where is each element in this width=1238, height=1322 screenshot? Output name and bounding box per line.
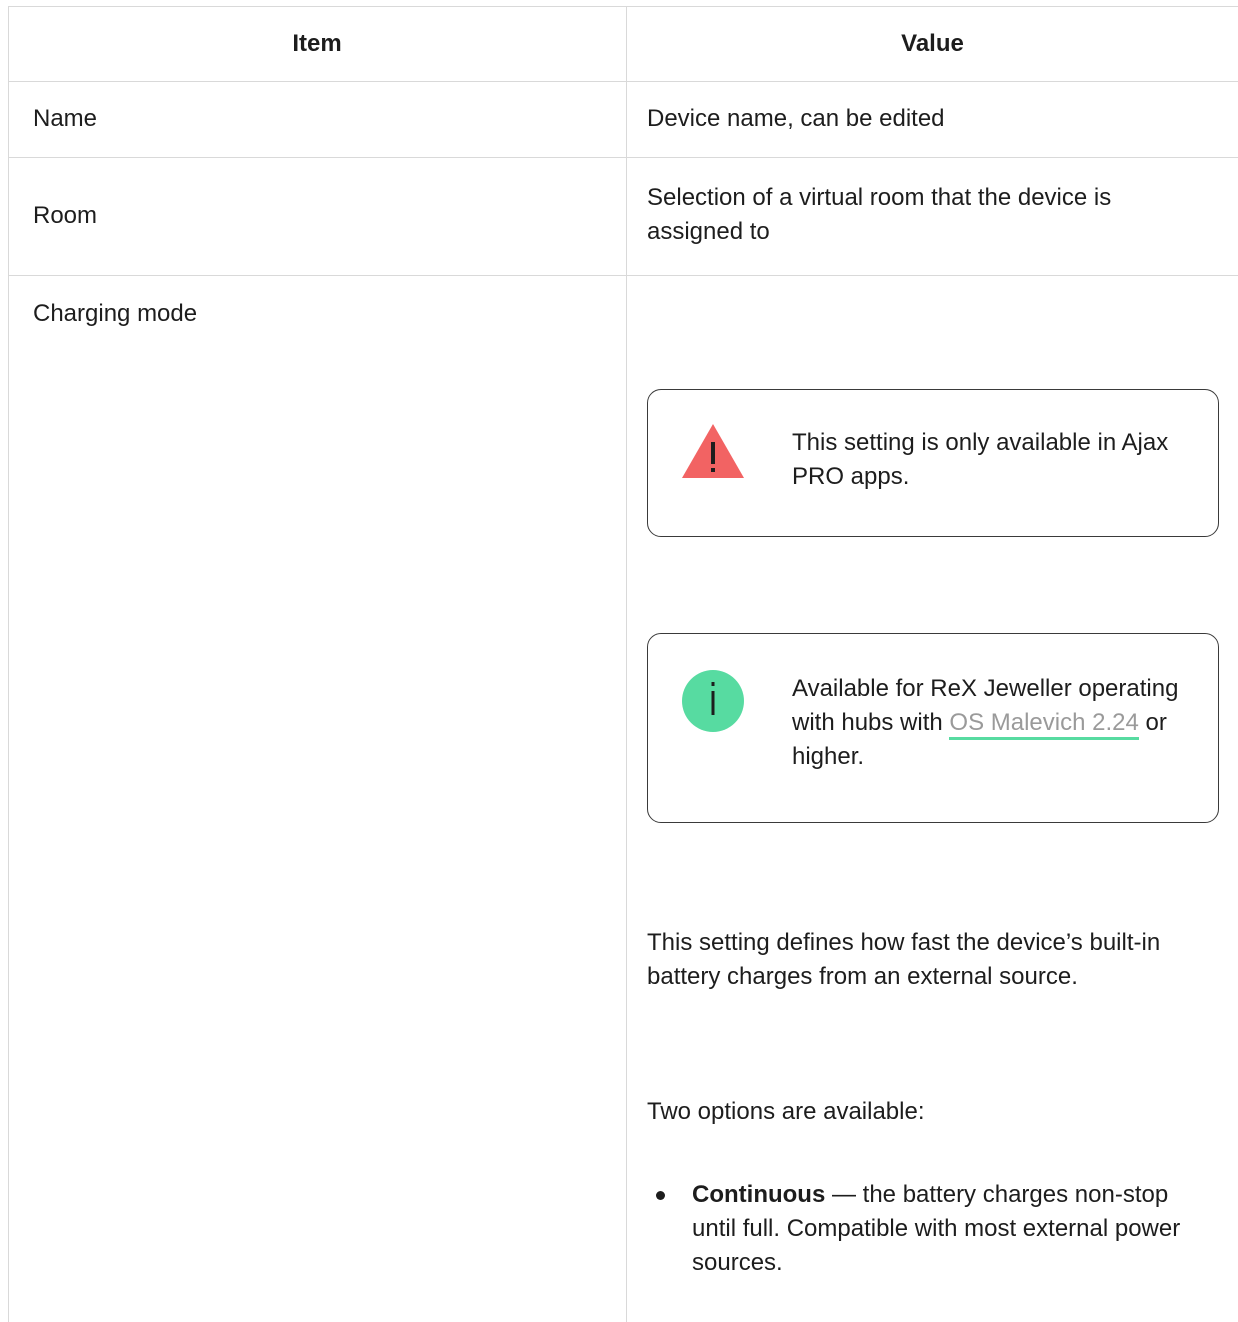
header-divider	[8, 81, 1238, 82]
option-name: Continuous	[692, 1181, 826, 1208]
table-row-name-value: Device name, can be edited	[647, 105, 945, 132]
option-separator: —	[825, 1181, 863, 1208]
bullet-icon	[656, 1191, 665, 1200]
table-row-name-item: Name	[33, 105, 98, 132]
table-row-room-item: Room	[33, 202, 98, 229]
info-callout: Available for ReX Jeweller operating wit…	[647, 633, 1219, 823]
column-header-value: Value	[901, 30, 964, 57]
row-divider	[8, 275, 1238, 276]
charging-mode-description: This setting defines how fast the device…	[647, 929, 1161, 990]
info-circle-icon	[681, 669, 745, 738]
row-divider	[8, 157, 1238, 158]
info-callout-text: Available for ReX Jeweller operating wit…	[792, 672, 1188, 774]
table-row-charging-item: Charging mode	[33, 300, 198, 327]
warning-callout-text: This setting is only available in Ajax P…	[792, 429, 1169, 490]
os-malevich-link[interactable]: OS Malevich 2.24	[949, 709, 1139, 740]
column-divider	[626, 6, 627, 1322]
warning-triangle-icon	[681, 422, 745, 485]
options-intro: Two options are available:	[647, 1098, 925, 1125]
table-left-border	[8, 6, 9, 1322]
warning-callout: This setting is only available in Ajax P…	[647, 389, 1219, 537]
option-text: Continuous — the battery charges non-sto…	[692, 1178, 1187, 1280]
table-row-room-value: Selection of a virtual room that the dev…	[647, 184, 1112, 245]
list-item-option-continuous: Continuous — the battery charges non-sto…	[647, 1178, 1187, 1280]
table-top-border	[8, 6, 1238, 7]
column-header-item: Item	[292, 30, 342, 57]
